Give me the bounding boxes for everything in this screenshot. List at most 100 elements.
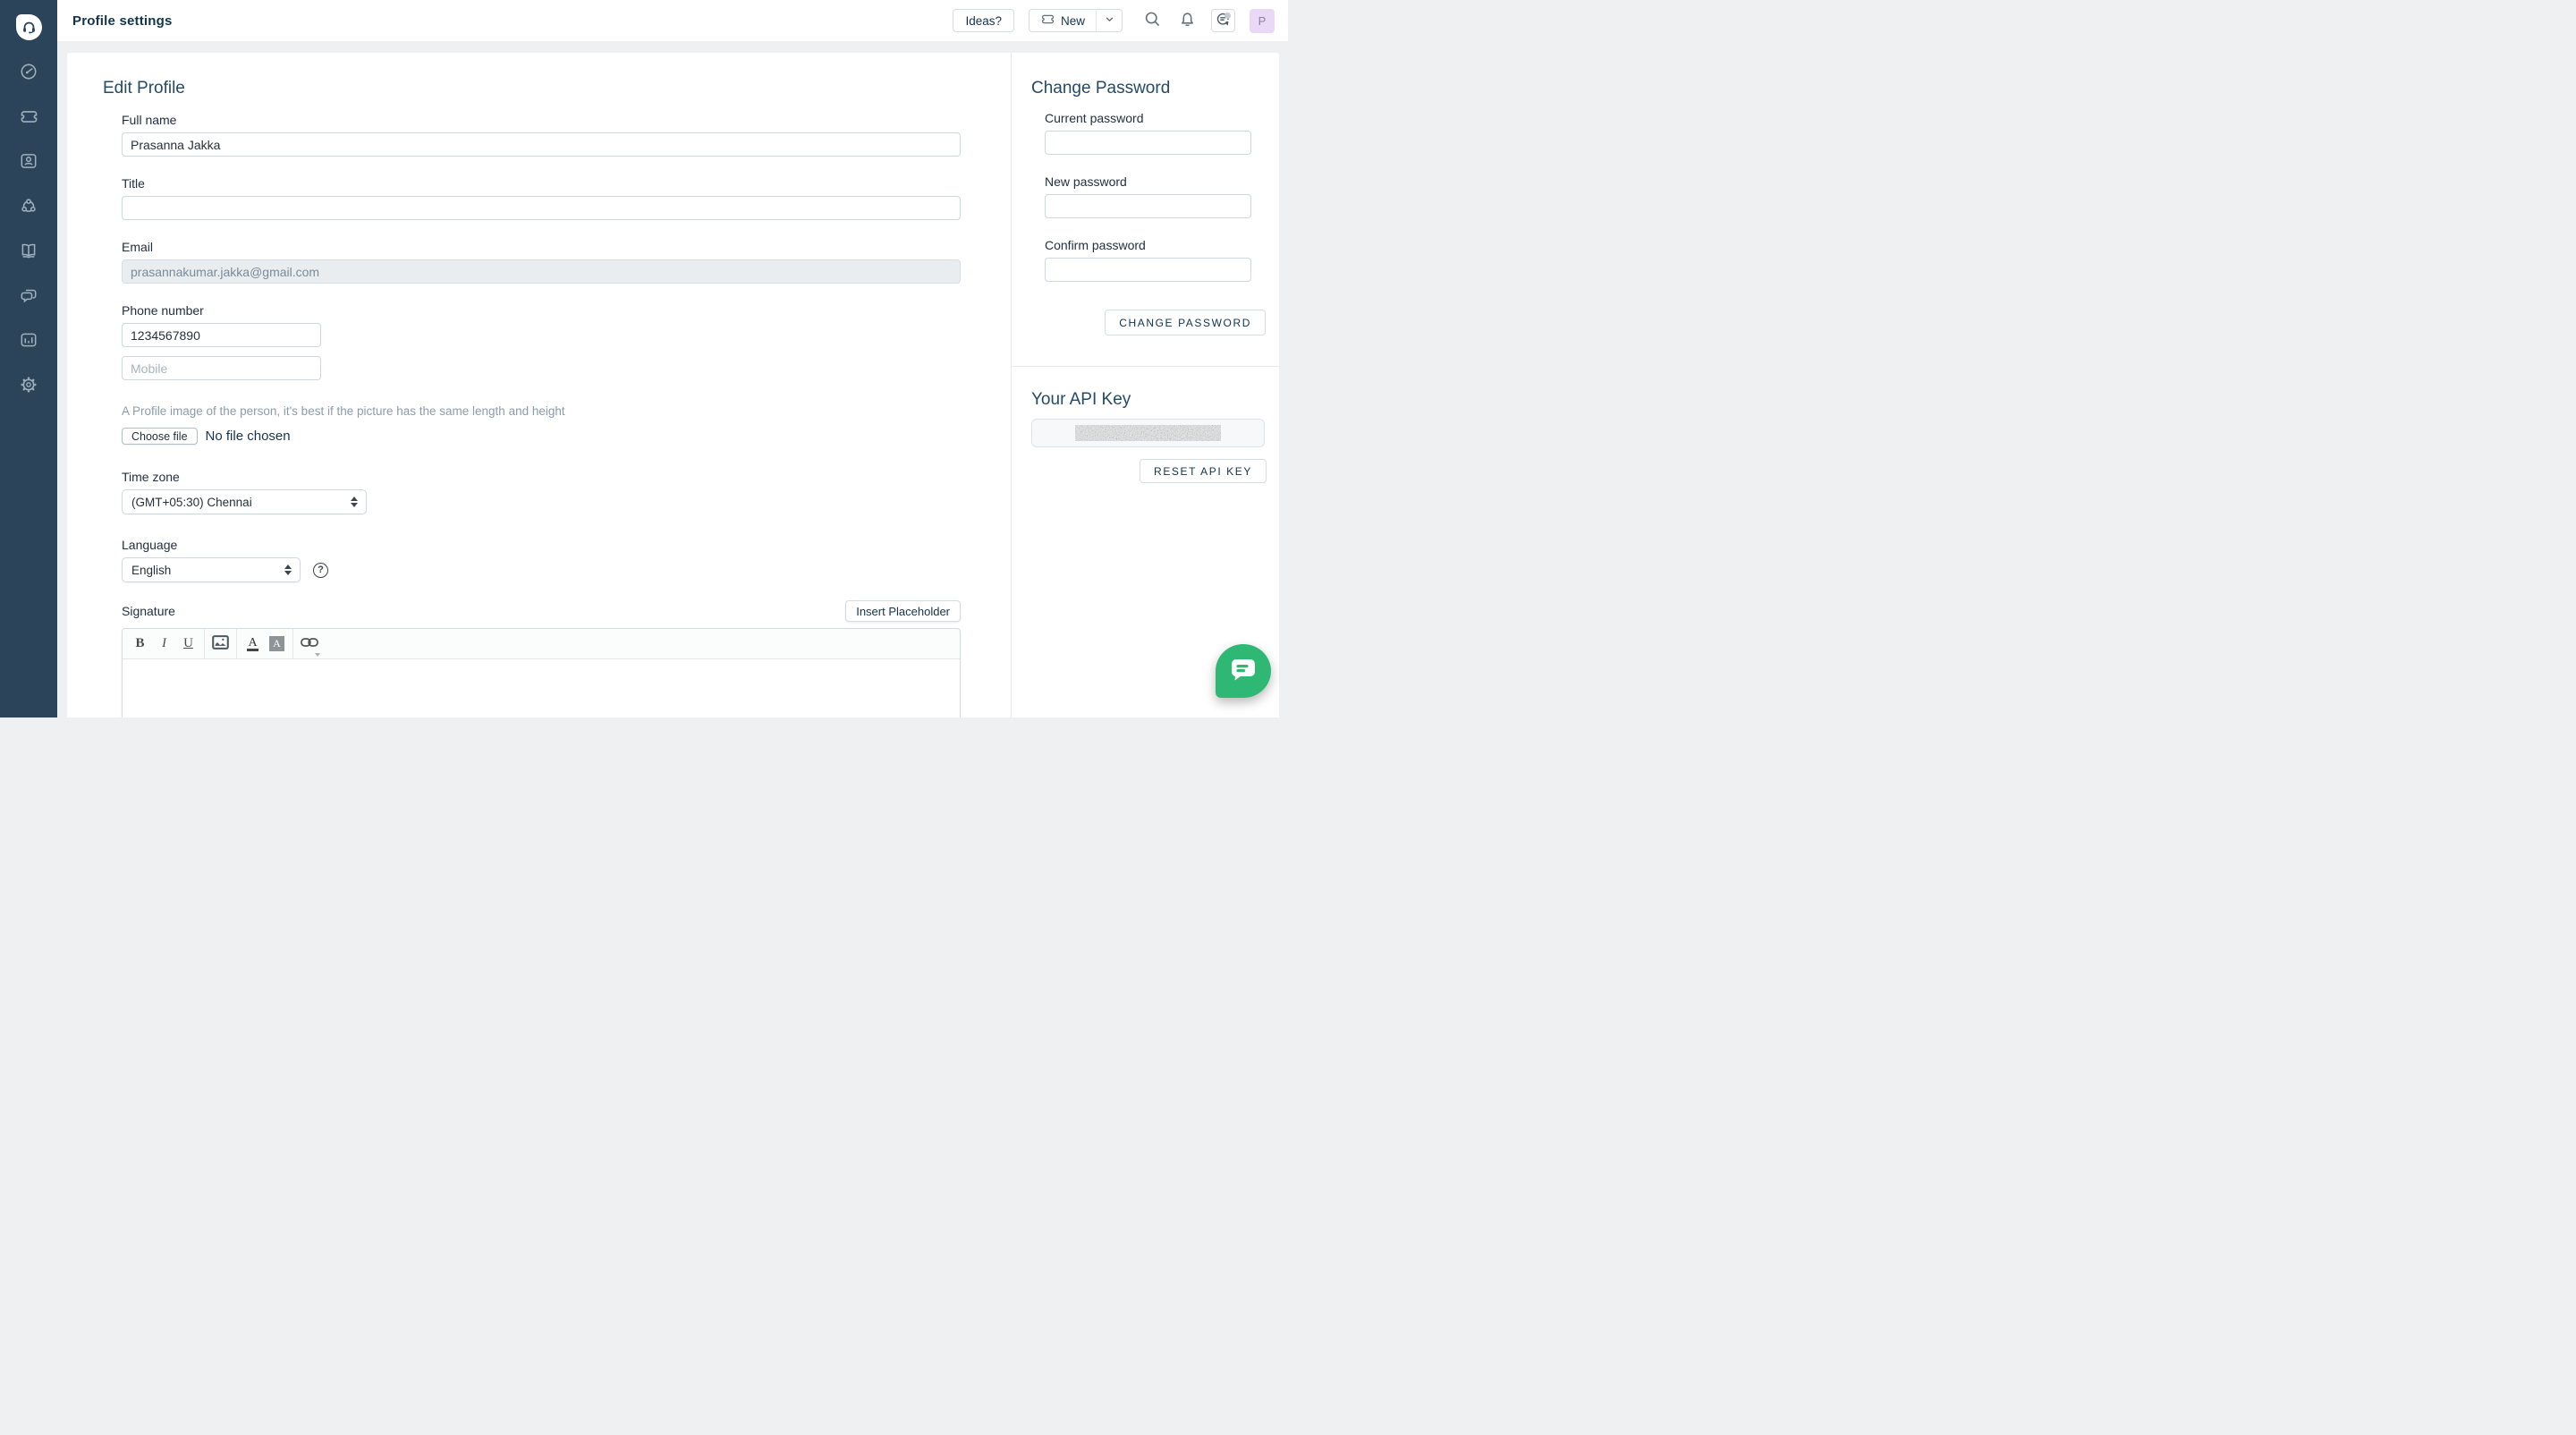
signature-editor: B I U: [122, 628, 961, 718]
chat-widget-button[interactable]: [1216, 644, 1271, 698]
whats-new-button[interactable]: [1211, 9, 1235, 32]
chat-bubbles-icon: [19, 285, 38, 305]
image-icon: [212, 635, 229, 652]
contact-card-icon: [19, 151, 38, 171]
new-dropdown-button[interactable]: [1096, 9, 1123, 32]
edit-profile-heading: Edit Profile: [103, 79, 1011, 98]
confirm-password-input[interactable]: [1045, 258, 1251, 282]
top-bar-actions: Ideas? New: [953, 9, 1275, 33]
new-split-button: New: [1029, 9, 1123, 32]
current-password-input[interactable]: [1045, 131, 1251, 155]
profile-image-upload: Choose file No file chosen: [122, 428, 961, 445]
sidebar-nav: [17, 61, 40, 419]
redacted-api-key: [1075, 425, 1221, 441]
italic-button[interactable]: I: [152, 629, 176, 658]
new-button[interactable]: New: [1029, 9, 1096, 32]
signature-label: Signature: [122, 604, 175, 618]
time-zone-select[interactable]: (GMT+05:30) Chennai: [122, 489, 367, 514]
insert-link-button[interactable]: [297, 629, 321, 658]
dashboard-icon: [19, 62, 38, 81]
api-key-heading: Your API Key: [1031, 390, 1266, 410]
time-zone-label: Time zone: [122, 470, 961, 484]
toolbar-divider: [292, 629, 293, 658]
title-input[interactable]: [122, 196, 961, 220]
signature-textarea[interactable]: [123, 659, 960, 718]
chevron-down-icon: [1103, 13, 1116, 29]
email-input: [122, 259, 961, 284]
headset-icon: [20, 18, 38, 37]
notifications-button[interactable]: [1176, 10, 1198, 31]
time-zone-value: (GMT+05:30) Chennai: [131, 496, 252, 509]
link-icon: [301, 637, 318, 650]
main-content: Edit Profile Full name Title Email Phone…: [57, 41, 1288, 718]
select-stepper-icon: [351, 497, 358, 507]
profile-image-help: A Profile image of the person, it's best…: [122, 403, 961, 419]
select-stepper-icon: [284, 565, 292, 575]
chat-bubble-icon: [1230, 658, 1257, 684]
book-icon: [19, 241, 38, 260]
ideas-button[interactable]: Ideas?: [953, 9, 1014, 32]
edit-profile-form: Full name Title Email Phone number A Pro: [122, 113, 961, 718]
underline-button[interactable]: U: [176, 629, 200, 658]
sidebar-item-admin[interactable]: [17, 374, 40, 395]
page-title: Profile settings: [72, 13, 173, 29]
bell-icon: [1178, 10, 1197, 31]
insert-image-button[interactable]: [208, 629, 233, 658]
ticket-icon: [19, 106, 39, 127]
sidebar: [0, 0, 57, 718]
caret-down-icon: [315, 653, 320, 657]
sidebar-item-contacts[interactable]: [17, 150, 40, 172]
edit-profile-section: Edit Profile Full name Title Email Phone…: [67, 53, 1011, 718]
sidebar-item-forums[interactable]: [17, 284, 40, 306]
new-password-input[interactable]: [1045, 194, 1251, 218]
bold-button[interactable]: B: [128, 629, 152, 658]
title-label: Title: [122, 176, 961, 191]
change-password-button[interactable]: CHANGE PASSWORD: [1105, 310, 1266, 335]
signature-toolbar: B I U: [123, 629, 960, 659]
font-color-icon: A: [247, 637, 258, 651]
current-password-label: Current password: [1045, 111, 1251, 125]
top-bar: Profile settings Ideas? New: [57, 0, 1288, 41]
community-icon: [19, 196, 38, 216]
sidebar-item-solutions[interactable]: [17, 240, 40, 261]
ticket-icon: [1040, 12, 1055, 30]
phone-label: Phone number: [122, 303, 961, 318]
sidebar-item-analytics[interactable]: [17, 329, 40, 351]
bar-chart-icon: [19, 330, 38, 350]
new-password-label: New password: [1045, 174, 1251, 189]
background-color-icon: A: [269, 636, 284, 651]
search-button[interactable]: [1141, 10, 1163, 31]
phone-input[interactable]: [122, 323, 321, 347]
change-password-heading: Change Password: [1031, 79, 1266, 98]
language-select[interactable]: English: [122, 557, 301, 582]
freshdesk-logo[interactable]: [16, 14, 42, 40]
search-icon: [1143, 10, 1162, 31]
new-button-label: New: [1061, 14, 1085, 28]
sidebar-item-community[interactable]: [17, 195, 40, 217]
toolbar-divider: [204, 629, 205, 658]
file-status-text: No file chosen: [206, 429, 291, 444]
sidebar-item-tickets[interactable]: [17, 106, 40, 127]
avatar[interactable]: P: [1250, 9, 1275, 33]
mobile-input[interactable]: [122, 356, 321, 380]
change-password-form: Current password New password Confirm pa…: [1045, 111, 1251, 282]
language-label: Language: [122, 538, 961, 552]
choose-file-button[interactable]: Choose file: [122, 428, 198, 445]
language-value: English: [131, 564, 171, 577]
full-name-input[interactable]: [122, 132, 961, 157]
account-security-panel: Change Password Current password New pas…: [1011, 53, 1279, 718]
language-help-icon[interactable]: ?: [313, 563, 328, 578]
email-label: Email: [122, 240, 961, 254]
api-key-field: [1031, 419, 1265, 447]
gear-icon: [19, 375, 38, 395]
full-name-label: Full name: [122, 113, 961, 127]
font-color-button[interactable]: A: [241, 629, 265, 658]
profile-card: Edit Profile Full name Title Email Phone…: [67, 53, 1279, 718]
reset-api-key-button[interactable]: RESET API KEY: [1140, 459, 1267, 483]
toolbar-divider: [236, 629, 237, 658]
sidebar-item-dashboard[interactable]: [17, 61, 40, 82]
notification-dot: [1224, 13, 1231, 19]
background-color-button[interactable]: A: [265, 629, 289, 658]
insert-placeholder-button[interactable]: Insert Placeholder: [845, 600, 961, 622]
confirm-password-label: Confirm password: [1045, 238, 1251, 252]
